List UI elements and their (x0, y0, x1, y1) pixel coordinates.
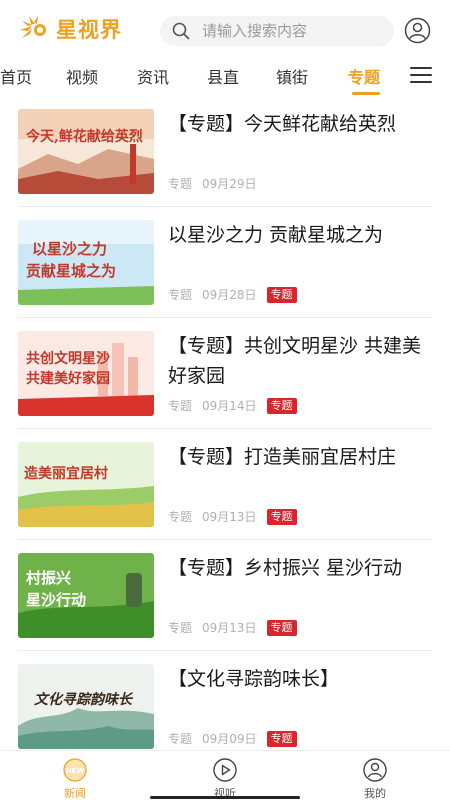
search-bar[interactable] (160, 16, 394, 46)
article-title: 【专题】共创文明星沙 共建美好家园 (168, 335, 422, 387)
article-source: 专题 (168, 399, 193, 413)
article-item[interactable]: 文化寻踪韵味长 【文化寻踪韵味长】 专题 09月09日 专题 (0, 651, 450, 762)
thumbnail-caption-line: 以星沙之力 (32, 240, 107, 258)
article-meta: 专题 09月09日 专题 (168, 730, 297, 747)
app-name: 星视界 (56, 18, 122, 42)
article-thumbnail: 造美丽宜居村 (18, 442, 154, 527)
user-icon[interactable] (404, 17, 431, 44)
article-title: 【专题】打造美丽宜居村庄 (168, 446, 397, 468)
article-item[interactable]: 造美丽宜居村 【专题】打造美丽宜居村庄 专题 09月13日 专题 (0, 429, 450, 540)
article-source: 专题 (168, 288, 193, 302)
tab-county[interactable]: 县直 (207, 64, 239, 88)
play-icon (213, 758, 237, 782)
article-item[interactable]: 村振兴 星沙行动 【专题】乡村振兴 星沙行动 专题 09月13日 专题 (0, 540, 450, 651)
search-icon (172, 22, 190, 40)
tab-news[interactable]: 资讯 (137, 64, 169, 88)
article-meta: 专题 09月14日 专题 (168, 397, 297, 414)
profile-icon (363, 758, 387, 782)
article-meta: 专题 09月29日 (168, 175, 257, 192)
thumbnail-caption: 今天,鲜花献给英烈 (25, 128, 143, 145)
nav-news[interactable]: NEW 新闻 (45, 757, 105, 800)
tab-home[interactable]: 首页 (0, 64, 32, 88)
topic-badge: 专题 (266, 508, 297, 525)
article-title: 以星沙之力 贡献星城之为 (168, 224, 384, 246)
article-title: 【专题】今天鲜花献给英烈 (168, 113, 397, 135)
article-meta: 专题 09月28日 专题 (168, 286, 297, 303)
article-item[interactable]: 共创文明星沙 共建美好家园 【专题】共创文明星沙 共建美好家园 专题 09月14… (0, 318, 450, 429)
article-date: 09月09日 (202, 732, 257, 746)
article-date: 09月13日 (202, 510, 257, 524)
svg-text:NEW: NEW (66, 767, 85, 775)
thumbnail-caption-line: 贡献星城之为 (26, 262, 116, 280)
thumbnail-caption-line: 村振兴 (26, 569, 71, 587)
article-source: 专题 (168, 177, 193, 191)
thumbnail-caption: 文化寻踪韵味长 (34, 691, 134, 708)
nav-label: 我的 (364, 787, 386, 800)
article-title: 【专题】乡村振兴 星沙行动 (168, 557, 403, 579)
article-date: 09月28日 (202, 288, 257, 302)
topic-badge: 专题 (266, 397, 297, 414)
nav-profile[interactable]: 我的 (345, 757, 405, 800)
search-input[interactable] (202, 22, 382, 40)
menu-icon[interactable] (410, 67, 432, 85)
home-indicator (150, 796, 300, 799)
thumbnail-caption: 造美丽宜居村 (24, 465, 108, 482)
article-date: 09月29日 (202, 177, 257, 191)
tab-topics[interactable]: 专题 (348, 64, 380, 88)
active-tab-indicator (352, 92, 380, 95)
nav-media[interactable]: 视听 (195, 757, 255, 800)
article-date: 09月13日 (202, 621, 257, 635)
article-thumbnail: 村振兴 星沙行动 (18, 553, 154, 638)
article-thumbnail: 今天,鲜花献给英烈 (18, 109, 154, 194)
tab-video[interactable]: 视频 (66, 64, 98, 88)
news-icon: NEW (63, 758, 87, 782)
article-title: 【文化寻踪韵味长】 (168, 668, 340, 690)
article-date: 09月14日 (202, 399, 257, 413)
article-item[interactable]: 今天,鲜花献给英烈 【专题】今天鲜花献给英烈 专题 09月29日 (0, 96, 450, 207)
article-source: 专题 (168, 510, 193, 524)
app-header: 星视界 (0, 0, 450, 60)
topic-badge: 专题 (266, 730, 297, 747)
article-thumbnail: 文化寻踪韵味长 (18, 664, 154, 749)
article-meta: 专题 09月13日 专题 (168, 508, 297, 525)
tab-towns[interactable]: 镇街 (276, 64, 308, 88)
article-source: 专题 (168, 732, 193, 746)
article-item[interactable]: 以星沙之力 贡献星城之为 以星沙之力 贡献星城之为 专题 09月28日 专题 (0, 207, 450, 318)
app-logo[interactable]: 星视界 (18, 14, 122, 44)
article-thumbnail: 共创文明星沙 共建美好家园 (18, 331, 154, 416)
category-tabs: 首页 视频 资讯 县直 镇街 专题 (0, 60, 450, 96)
thumbnail-caption-line: 星沙行动 (26, 591, 86, 609)
nav-label: 新闻 (64, 787, 86, 800)
sunburst-logo-icon (20, 16, 46, 38)
thumbnail-caption-line: 共建美好家园 (26, 370, 110, 387)
topic-badge: 专题 (266, 619, 297, 636)
article-thumbnail: 以星沙之力 贡献星城之为 (18, 220, 154, 305)
article-meta: 专题 09月13日 专题 (168, 619, 297, 636)
thumbnail-caption-line: 共创文明星沙 (26, 350, 110, 367)
topic-badge: 专题 (266, 286, 297, 303)
article-source: 专题 (168, 621, 193, 635)
bottom-nav: NEW 新闻 视听 我的 (0, 750, 450, 800)
